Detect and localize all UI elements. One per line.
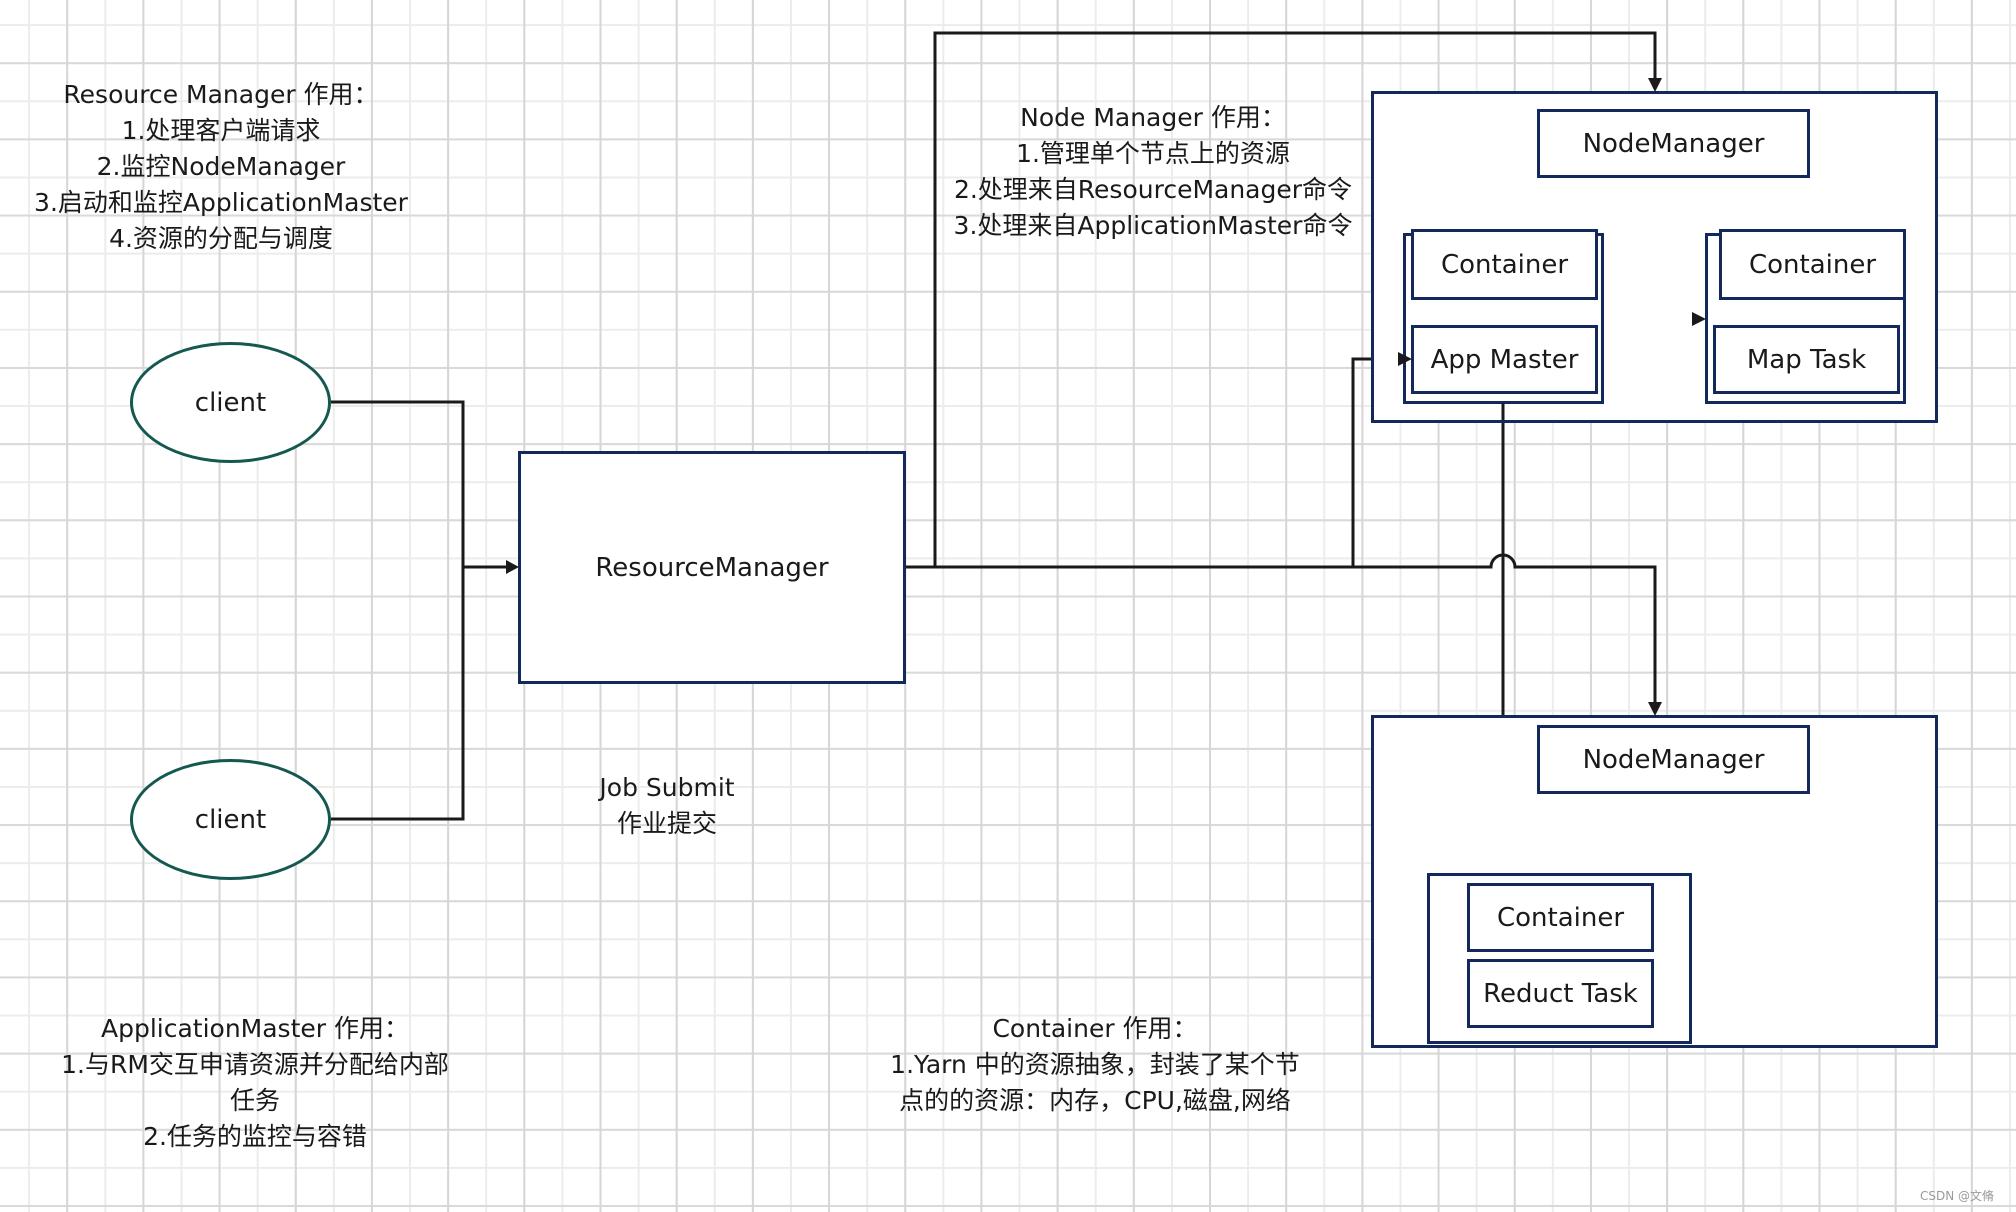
application-master-notes: ApplicationMaster 作用： 1.与RM交互申请资源并分配给内部任… — [50, 1011, 460, 1155]
note-line: 1.处理客户端请求 — [121, 116, 321, 145]
note-line: 2.任务的监控与容错 — [143, 1122, 367, 1151]
client-label: client — [194, 387, 267, 418]
node-manager-label: NodeManager — [1582, 744, 1765, 775]
node-manager-2-node[interactable]: NodeManager — [1537, 725, 1810, 794]
job-submit-en: Job Submit — [599, 773, 735, 802]
node-manager-label: NodeManager — [1582, 128, 1765, 159]
edge-client1-rm — [331, 400, 465, 821]
note-line: Resource Manager 作用： — [63, 80, 379, 109]
note-line: 2.处理来自ResourceManager命令 — [953, 175, 1353, 204]
app-master-label: App Master — [1430, 344, 1579, 375]
job-submit-zh: 作业提交 — [616, 809, 718, 838]
note-line: 4.资源的分配与调度 — [109, 224, 333, 253]
note-line: 1.与RM交互申请资源并分配给内部任务 — [61, 1050, 449, 1115]
note-line: Node Manager 作用： — [1020, 103, 1286, 132]
note-line: Container 作用： — [992, 1014, 1198, 1043]
note-line: ApplicationMaster 作用： — [100, 1014, 409, 1043]
resource-manager-notes: Resource Manager 作用： 1.处理客户端请求 2.监控NodeM… — [34, 77, 408, 257]
node-manager-1-node[interactable]: NodeManager — [1537, 109, 1810, 178]
job-submit-label: Job Submit 作业提交 — [599, 770, 734, 842]
node-manager-notes: Node Manager 作用： 1.管理单个节点上的资源 2.处理来自Reso… — [954, 100, 1353, 244]
note-line: 1.管理单个节点上的资源 — [1016, 139, 1290, 168]
client-label: client — [194, 804, 267, 835]
client-node-1[interactable]: client — [130, 342, 331, 463]
app-master-box[interactable]: App Master — [1411, 325, 1598, 394]
resource-manager-node[interactable]: ResourceManager — [518, 451, 906, 684]
container-box[interactable]: Container — [1719, 229, 1906, 300]
container-notes: Container 作用： 1.Yarn 中的资源抽象，封装了某个节点的的资源：… — [890, 1011, 1300, 1119]
container-box[interactable]: Container — [1467, 883, 1654, 952]
reduce-task-box[interactable]: Reduct Task — [1467, 959, 1654, 1028]
reduce-task-label: Reduct Task — [1483, 978, 1638, 1009]
note-line: 3.处理来自ApplicationMaster命令 — [953, 211, 1353, 240]
container-label: Container — [1496, 902, 1625, 933]
container-label: Container — [1440, 249, 1569, 280]
map-task-label: Map Task — [1746, 344, 1867, 375]
container-label: Container — [1748, 249, 1877, 280]
watermark: CSDN @文脩 — [1919, 1189, 1994, 1203]
map-task-box[interactable]: Map Task — [1713, 325, 1900, 394]
resource-manager-label: ResourceManager — [595, 552, 829, 583]
note-line: 1.Yarn 中的资源抽象，封装了某个节点的的资源：内存，CPU,磁盘,网络 — [890, 1050, 1300, 1115]
note-line: 3.启动和监控ApplicationMaster — [34, 188, 408, 217]
edge-rm-to-nodemanager-2 — [935, 553, 1660, 714]
container-box[interactable]: Container — [1411, 229, 1598, 300]
note-line: 2.监控NodeManager — [96, 152, 346, 181]
client-node-2[interactable]: client — [130, 759, 331, 880]
